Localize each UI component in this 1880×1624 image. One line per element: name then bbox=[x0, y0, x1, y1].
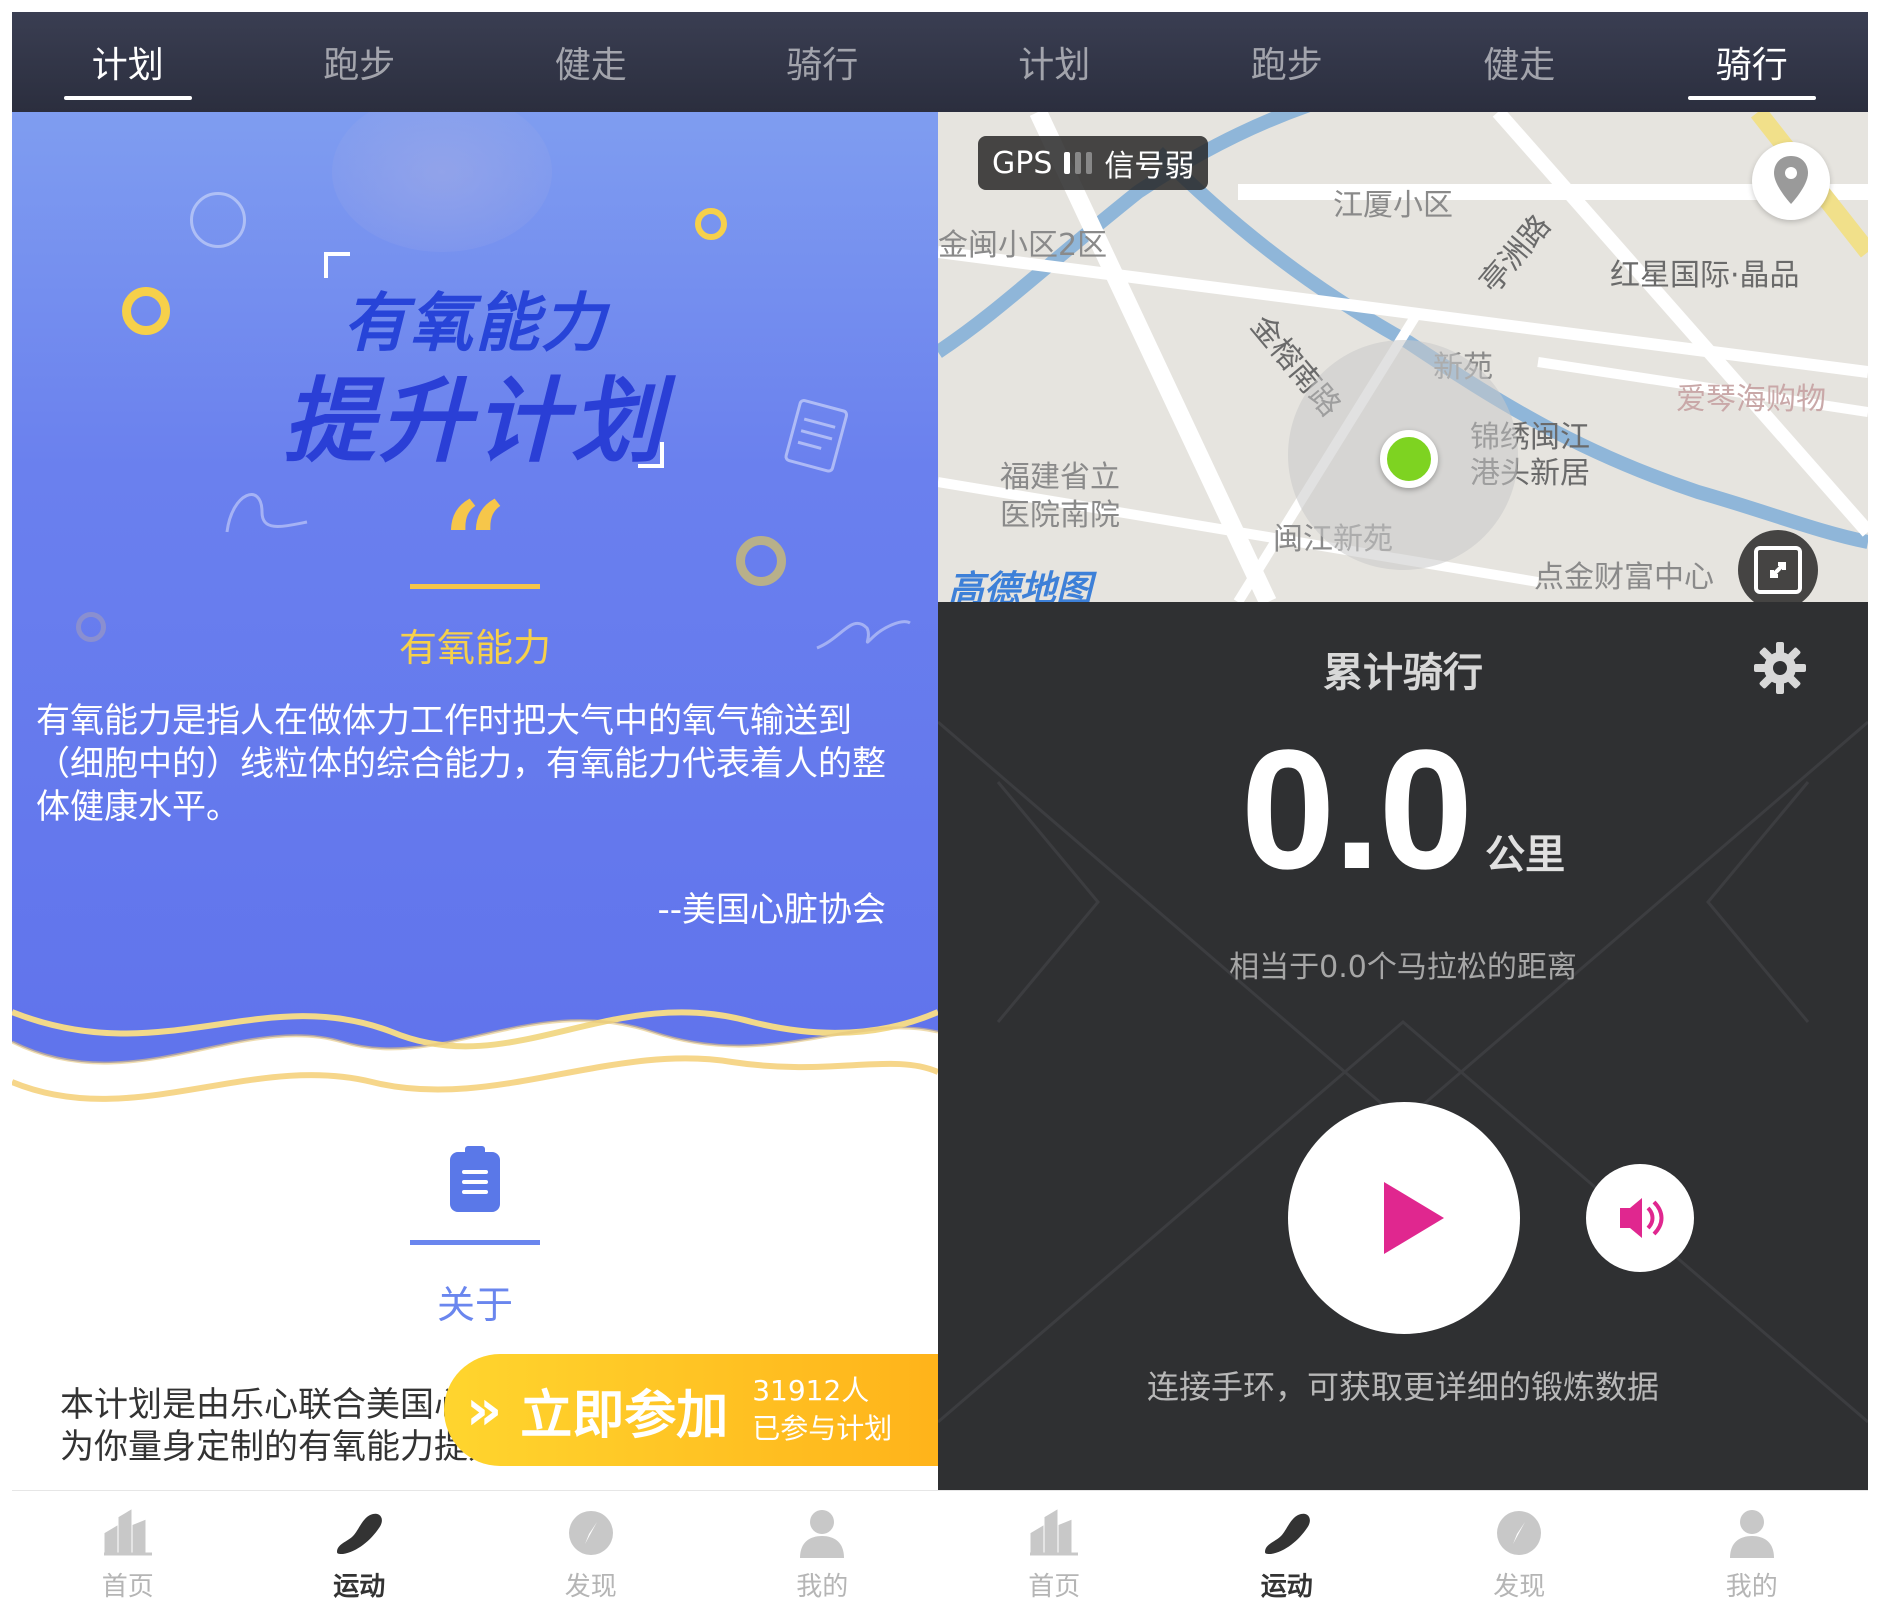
play-icon bbox=[1384, 1182, 1444, 1254]
tab-plan[interactable]: 计划 bbox=[12, 12, 244, 112]
about-title: 关于 bbox=[436, 1283, 513, 1327]
clipboard-icon bbox=[450, 1146, 500, 1212]
tab-label: 跑步 bbox=[1250, 45, 1323, 86]
sport-tab-bar: 计划 跑步 健走 骑行 bbox=[938, 12, 1868, 112]
participant-caption: 已参与计划 bbox=[752, 1412, 893, 1445]
nav-label: 我的 bbox=[1725, 1572, 1778, 1602]
distance-value: 0.0 bbox=[1240, 715, 1473, 905]
expand-icon bbox=[1754, 546, 1802, 594]
tab-walking[interactable]: 健走 bbox=[475, 12, 707, 112]
nav-label: 发现 bbox=[564, 1572, 617, 1602]
nav-label: 运动 bbox=[333, 1572, 386, 1602]
distance-display: 0.0 公里 bbox=[938, 712, 1868, 908]
gps-label: GPS bbox=[992, 145, 1053, 181]
nav-profile[interactable]: 我的 bbox=[1636, 1491, 1869, 1620]
chart-bars-icon bbox=[1030, 1509, 1079, 1556]
tab-plan[interactable]: 计划 bbox=[938, 12, 1171, 112]
gps-status: 信号弱 bbox=[1104, 149, 1195, 184]
current-location-dot bbox=[1380, 430, 1438, 488]
gps-signal-badge: GPS 信号弱 bbox=[978, 136, 1209, 190]
tab-label: 健走 bbox=[1483, 45, 1556, 86]
tab-label: 计划 bbox=[1018, 45, 1091, 86]
about-underline bbox=[410, 1240, 540, 1245]
nav-profile[interactable]: 我的 bbox=[707, 1491, 939, 1620]
nav-label: 发现 bbox=[1493, 1572, 1546, 1602]
cycling-screen: 江厦小区 金闽小区2区 红星国际·晶品 金榕南路 亭洲路 新苑 锦绣闽江 港头新… bbox=[938, 12, 1868, 1620]
map-view[interactable]: 江厦小区 金闽小区2区 红星国际·晶品 金榕南路 亭洲路 新苑 锦绣闽江 港头新… bbox=[938, 112, 1868, 602]
basketball-icon bbox=[190, 192, 246, 248]
tab-active-indicator bbox=[1687, 96, 1816, 100]
section-title: 有氧能力 bbox=[398, 626, 551, 670]
shoe-icon bbox=[337, 1513, 383, 1554]
amap-logo: 高德地图 bbox=[948, 569, 1093, 602]
quote-underline bbox=[410, 584, 540, 589]
aerobic-description: 有氧能力是指人在做体力工作时把大气中的氧气输送到（细胞中的）线粒体的综合能力，有… bbox=[36, 701, 886, 827]
quote-icon: “ bbox=[443, 477, 507, 606]
map-label: 点金财富中心 bbox=[1534, 560, 1714, 595]
distance-unit: 公里 bbox=[1485, 832, 1566, 878]
tab-active-indicator bbox=[63, 96, 192, 100]
tab-label: 骑行 bbox=[1715, 45, 1788, 86]
chart-bars-icon bbox=[103, 1509, 152, 1556]
decor-ring-icon bbox=[695, 208, 727, 240]
wave-decoration bbox=[12, 1009, 938, 1130]
tab-running[interactable]: 跑步 bbox=[244, 12, 476, 112]
connect-band-tip[interactable]: 连接手环，可获取更详细的锻炼数据 bbox=[938, 1362, 1868, 1408]
compass-icon bbox=[568, 1511, 613, 1555]
participant-number: 31912人 bbox=[752, 1374, 870, 1407]
map-label: 江厦小区 bbox=[1333, 188, 1453, 223]
fullscreen-button[interactable] bbox=[1738, 530, 1818, 602]
plan-screen: 有氧能力 提升计划 “ 有氧能力 有氧能力是指人在做体力工作时把大气中的氧气输送… bbox=[12, 12, 938, 1620]
join-label: 立即参加 bbox=[520, 1385, 729, 1446]
nav-sport[interactable]: 运动 bbox=[244, 1491, 476, 1620]
sport-tab-bar: 计划 跑步 健走 骑行 bbox=[12, 12, 938, 112]
map-label: 红星国际·晶品 bbox=[1610, 258, 1800, 293]
runner-photo bbox=[332, 112, 552, 252]
ride-total-title: 累计骑行 bbox=[1323, 650, 1483, 696]
marathon-equivalent: 相当于0.0个马拉松的距离 bbox=[1229, 950, 1577, 985]
tab-running[interactable]: 跑步 bbox=[1171, 12, 1404, 112]
nav-sport[interactable]: 运动 bbox=[1171, 1491, 1404, 1620]
map-label: 金闽小区2区 bbox=[938, 228, 1108, 263]
bottom-nav: 首页 运动 发现 我的 bbox=[12, 1490, 938, 1620]
person-icon bbox=[800, 1510, 845, 1558]
person-icon bbox=[1729, 1510, 1774, 1558]
tab-cycling[interactable]: 骑行 bbox=[1636, 12, 1869, 112]
bottom-nav: 首页 运动 发现 我的 bbox=[938, 1490, 1868, 1620]
aerobic-plan-poster: 有氧能力 提升计划 “ 有氧能力 有氧能力是指人在做体力工作时把大气中的氧气输送… bbox=[12, 112, 938, 1130]
shoe-icon bbox=[1264, 1513, 1310, 1554]
start-button[interactable] bbox=[1288, 1102, 1520, 1334]
tab-label: 计划 bbox=[91, 45, 164, 86]
nav-label: 运动 bbox=[1260, 1572, 1313, 1602]
nav-label: 首页 bbox=[101, 1572, 154, 1602]
tab-label: 健走 bbox=[554, 45, 627, 86]
join-now-button[interactable]: » 立即参加 31912人 已参与计划 bbox=[444, 1354, 938, 1466]
participant-count: 31912人 已参与计划 bbox=[752, 1372, 892, 1448]
speaker-icon bbox=[1620, 1198, 1664, 1238]
location-pin-icon bbox=[1774, 156, 1808, 204]
tab-walking[interactable]: 健走 bbox=[1403, 12, 1636, 112]
nav-home[interactable]: 首页 bbox=[12, 1491, 244, 1620]
nav-home[interactable]: 首页 bbox=[938, 1491, 1171, 1620]
nav-label: 首页 bbox=[1028, 1572, 1081, 1602]
map-label: 爱琴海购物 bbox=[1676, 382, 1826, 417]
nav-discover[interactable]: 发现 bbox=[475, 1491, 707, 1620]
nav-discover[interactable]: 发现 bbox=[1403, 1491, 1636, 1620]
poster-title-line2: 提升计划 bbox=[282, 368, 667, 475]
tab-label: 骑行 bbox=[786, 45, 859, 86]
tab-cycling[interactable]: 骑行 bbox=[707, 12, 939, 112]
map-label: 医院南院 bbox=[1000, 498, 1120, 533]
gear-icon[interactable] bbox=[1752, 640, 1808, 696]
nav-label: 我的 bbox=[796, 1572, 849, 1602]
tab-label: 跑步 bbox=[323, 45, 396, 86]
signal-bars-icon bbox=[1064, 152, 1093, 174]
compass-icon bbox=[1497, 1511, 1542, 1555]
locate-button[interactable] bbox=[1752, 142, 1830, 220]
voice-toggle-button[interactable] bbox=[1586, 1164, 1694, 1272]
quote-attribution: --美国心脏协会 bbox=[657, 890, 886, 930]
double-chevron-right-icon: » bbox=[466, 1377, 503, 1443]
